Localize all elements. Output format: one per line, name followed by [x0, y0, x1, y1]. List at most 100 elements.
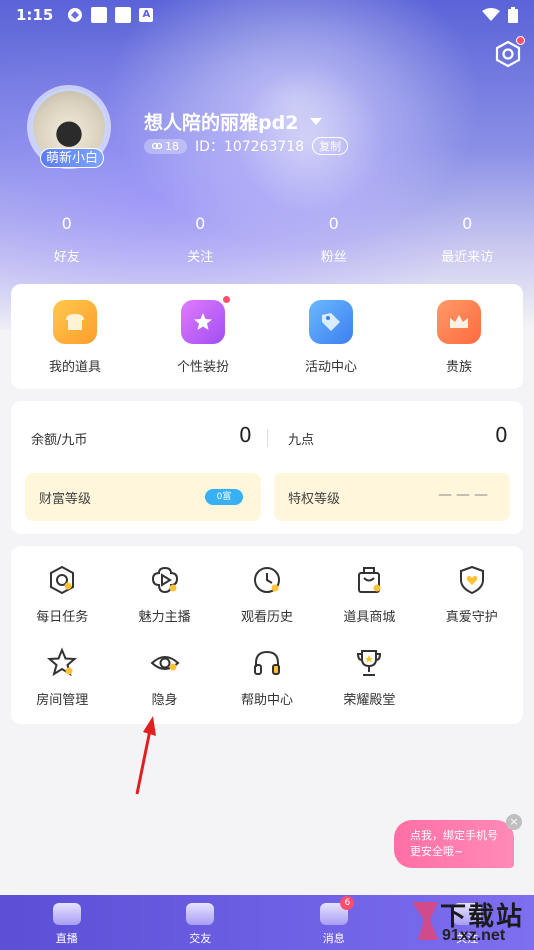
headset-icon: [253, 650, 280, 675]
link-icon: [152, 142, 162, 150]
level-value: 18: [165, 139, 179, 153]
tab-label: 直播: [55, 932, 78, 945]
star-icon: [47, 647, 78, 677]
bread-icon: [53, 300, 97, 344]
quick-label: 贵族: [445, 360, 472, 375]
tab-live[interactable]: 直播: [0, 895, 134, 950]
live-tab-icon: [52, 903, 81, 925]
menu-label: 房间管理: [36, 693, 89, 708]
menu-label: 真爱守护: [445, 610, 498, 625]
menu-daily-tasks[interactable]: 每日任务: [11, 564, 113, 625]
new-red-dot: [222, 295, 231, 304]
battery-icon: [508, 7, 518, 23]
menu-room-management[interactable]: 房间管理: [11, 647, 113, 708]
privilege-level-box[interactable]: 特权等级 ———: [274, 473, 510, 521]
points-label[interactable]: 九点: [288, 429, 314, 448]
wealth-level-box[interactable]: 财富等级 0富: [25, 473, 261, 521]
menu-true-love-guard[interactable]: 真爱守护: [421, 564, 523, 625]
menu-invisible[interactable]: 隐身: [113, 647, 215, 708]
menu-label: 帮助中心: [240, 693, 293, 708]
tab-label: 交友: [189, 932, 212, 945]
feature-menu-card: 每日任务 魅力主播 观看历史 道具商城 真爱守护 房间管理 隐身 帮助中心 荣耀…: [11, 546, 523, 724]
settings-red-dot: [516, 36, 525, 45]
stat-following[interactable]: 0 关注: [134, 214, 268, 265]
points-value: 0: [495, 423, 508, 447]
stat-value: 0: [61, 214, 72, 233]
menu-hall-of-fame[interactable]: 荣耀殿堂: [318, 647, 420, 708]
watermark-logo-icon: [412, 902, 438, 940]
avatar-container[interactable]: 萌新小白: [30, 88, 110, 178]
menu-item-mall[interactable]: 道具商城: [318, 564, 420, 625]
tab-messages[interactable]: 6 消息: [267, 895, 401, 950]
stat-value: 0: [195, 214, 206, 233]
stat-friends[interactable]: 0 好友: [0, 214, 134, 265]
balance-label[interactable]: 余额/九币: [31, 429, 87, 448]
balance-row: 余额/九币 0 九点 0: [11, 423, 523, 453]
avatar-badge: 萌新小白: [40, 148, 104, 168]
menu-label: 隐身: [151, 693, 178, 708]
quick-actions-card: 我的道具 个性装扮 活动中心 贵族: [11, 284, 523, 389]
wealth-level-label: 财富等级: [39, 492, 92, 507]
menu-help-center[interactable]: 帮助中心: [216, 647, 318, 708]
quick-label: 我的道具: [48, 360, 101, 375]
trophy-icon: [357, 650, 382, 676]
menu-watch-history[interactable]: 观看历史: [216, 564, 318, 625]
menu-charm-anchor[interactable]: 魅力主播: [113, 564, 215, 625]
friends-tab-icon: [186, 903, 215, 925]
task-shield-icon: [50, 565, 75, 595]
eye-icon: [150, 656, 180, 671]
chevron-down-icon[interactable]: [310, 118, 323, 125]
toast-line-2: 更安全哦~: [410, 845, 464, 858]
quick-activity-center[interactable]: 活动中心: [267, 284, 395, 389]
quick-label: 个性装扮: [176, 360, 229, 375]
stat-fans[interactable]: 0 粉丝: [267, 214, 401, 265]
username-row[interactable]: 想人陪的丽雅pd2: [144, 108, 323, 135]
user-id: ID：107263718: [195, 139, 305, 155]
username: 想人陪的丽雅pd2: [144, 112, 299, 134]
copy-button[interactable]: 复制: [312, 137, 349, 155]
feature-grid: 每日任务 魅力主播 观看历史 道具商城 真爱守护 房间管理 隐身 帮助中心 荣耀…: [11, 564, 523, 708]
shopping-bag-icon: [358, 567, 381, 593]
app-notification-icon: [68, 8, 83, 22]
stat-value: 0: [462, 214, 473, 233]
stats-row: 0 好友 0 关注 0 粉丝 0 最近来访: [0, 214, 534, 265]
stat-label: 最近来访: [441, 250, 494, 265]
watermark-url: 91xz.net: [442, 927, 506, 944]
wifi-icon: [482, 8, 500, 21]
notification-square-icon: [91, 7, 108, 23]
clock-icon: [253, 567, 280, 593]
tab-friends[interactable]: 交友: [134, 895, 268, 950]
stat-value: 0: [328, 214, 339, 233]
status-bar: 1:15 A: [0, 0, 534, 30]
toast-close-button[interactable]: ×: [506, 814, 522, 830]
flower-play-icon: [151, 566, 178, 594]
status-notifications: A: [67, 7, 154, 23]
status-time: 1:15: [16, 6, 54, 24]
wealth-level-badge: 0富: [205, 489, 243, 505]
balance-value: 0: [239, 423, 252, 447]
status-system-icons: [482, 7, 518, 23]
user-id-row: 18 ID：107263718 复制: [144, 136, 349, 156]
quick-my-items[interactable]: 我的道具: [11, 284, 139, 389]
menu-label: 道具商城: [343, 610, 396, 625]
menu-label: 观看历史: [240, 610, 293, 625]
privilege-level-label: 特权等级: [288, 492, 341, 507]
level-badge: 18: [144, 138, 187, 154]
heart-shield-icon: [459, 565, 484, 595]
font-notification-icon: A: [139, 8, 154, 22]
quick-personal-dress[interactable]: 个性装扮: [139, 284, 267, 389]
quick-nobility[interactable]: 贵族: [395, 284, 523, 389]
divider: [267, 429, 268, 447]
star-wand-icon: [181, 295, 231, 344]
menu-label: 魅力主播: [138, 610, 191, 625]
notification-square-icon: [115, 7, 132, 23]
settings-button[interactable]: [494, 36, 525, 68]
stat-recent-visitors[interactable]: 0 最近来访: [401, 214, 534, 265]
stat-label: 关注: [187, 250, 214, 265]
wallet-card: 余额/九币 0 九点 0 财富等级 0富 特权等级 ———: [11, 401, 523, 534]
stat-label: 粉丝: [320, 250, 347, 265]
privilege-level-value: ———: [438, 487, 492, 503]
bind-phone-toast[interactable]: 点我，绑定手机号 更安全哦~: [394, 820, 514, 868]
red-arrow-annotation-icon: [135, 716, 156, 795]
stat-label: 好友: [53, 250, 80, 265]
